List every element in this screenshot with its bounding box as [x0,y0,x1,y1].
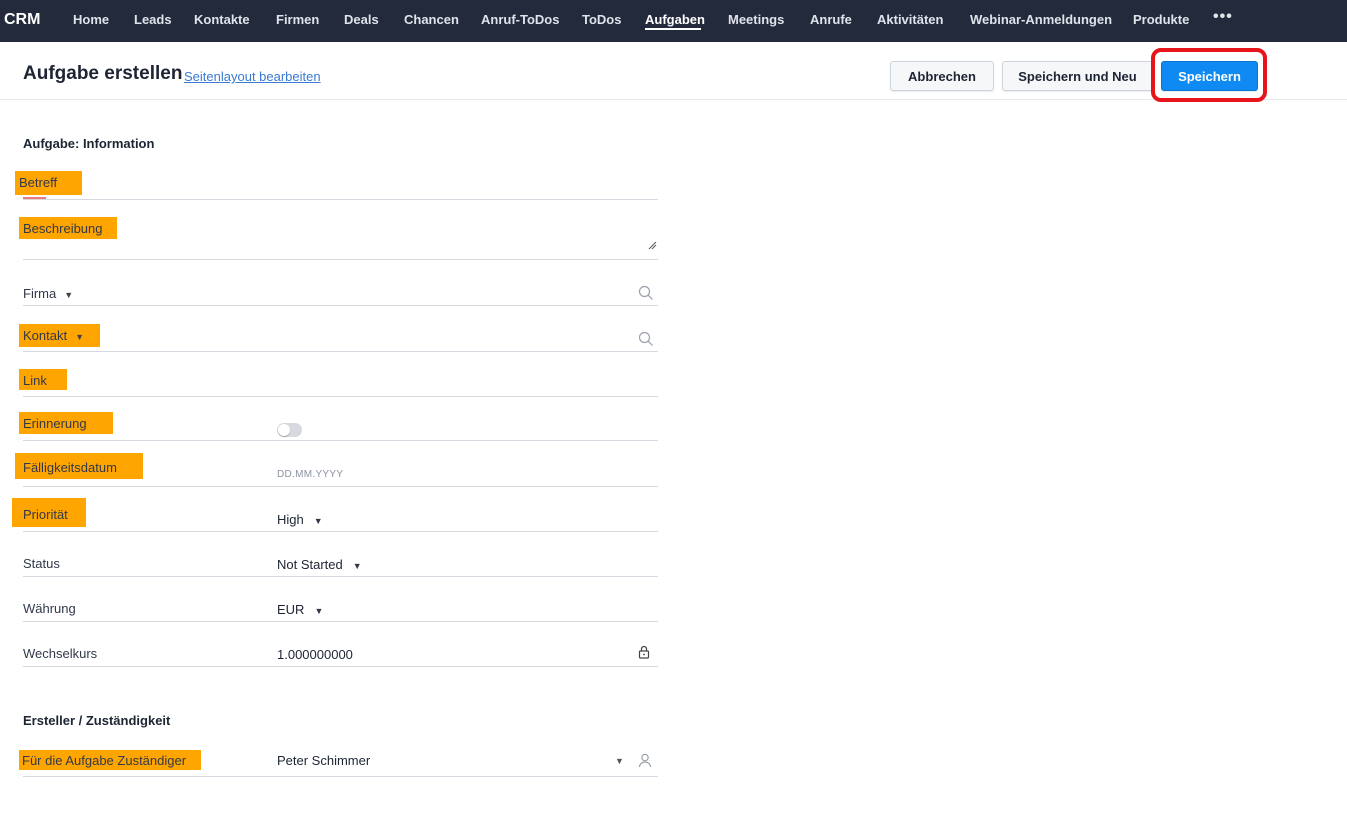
nav-item-todos[interactable]: ToDos [582,12,621,27]
exchange-rate-label: Wechselkurs [23,646,98,661]
company-label: Firma ▼ [19,282,77,307]
lock-icon [638,645,650,659]
owner-value[interactable]: Peter Schimmer [277,753,370,768]
nav-item-kontakte[interactable]: Kontakte [194,12,250,27]
nav-item-anrufe[interactable]: Anrufe [810,12,852,27]
edit-page-layout-link[interactable]: Seitenlayout bearbeiten [184,69,321,84]
nav-item-home[interactable]: Home [73,12,109,27]
contact-lookup-input[interactable] [23,351,658,352]
exchange-rate-value: 1.000000000 [277,647,353,662]
nav-item-chancen[interactable]: Chancen [404,12,459,27]
top-nav: CRM Home Leads Kontakte Firmen Deals Cha… [0,0,1347,42]
resize-handle-icon[interactable] [647,240,657,250]
page-title: Aufgabe erstellen [23,63,183,84]
description-label: Beschreibung [19,217,117,239]
user-icon[interactable] [637,752,653,768]
status-value: Not Started [277,557,343,572]
currency-label: Währung [23,601,76,616]
section-title-owner: Ersteller / Zuständigkeit [23,713,171,728]
nav-item-aktivitaeten[interactable]: Aktivitäten [877,12,943,27]
brand-logo[interactable]: CRM [4,11,40,29]
toggle-knob [278,424,290,436]
company-lookup-input[interactable] [23,305,658,306]
contact-label-text: Kontakt [23,328,68,343]
nav-item-aufgaben[interactable]: Aufgaben [645,12,705,27]
nav-item-firmen[interactable]: Firmen [276,12,319,27]
priority-label: Priorität [12,498,86,527]
status-select[interactable]: Not Started ▼ [277,557,362,572]
currency-divider [23,621,658,622]
nav-item-anruf-todos[interactable]: Anruf-ToDos [481,12,559,27]
priority-value: High [277,512,304,527]
search-icon[interactable] [638,285,654,301]
nav-item-deals[interactable]: Deals [344,12,379,27]
active-tab-indicator [645,28,701,30]
reminder-label: Erinnerung [19,412,113,434]
link-input[interactable] [23,396,658,397]
due-date-divider [23,486,658,487]
chevron-down-icon[interactable]: ▼ [314,516,323,526]
subject-label: Betreff [15,171,82,195]
reminder-row-divider [23,440,658,441]
chevron-down-icon[interactable]: ▼ [64,287,73,303]
nav-item-produkte[interactable]: Produkte [1133,12,1189,27]
currency-value: EUR [277,602,305,617]
section-title-information: Aufgabe: Information [23,136,155,151]
priority-select[interactable]: High ▼ [277,512,323,527]
status-label: Status [23,556,60,571]
page-header: Aufgabe erstellen Seitenlayout bearbeite… [0,42,1347,100]
subject-input[interactable] [23,199,658,200]
company-label-text: Firma [23,286,57,301]
owner-label: Für die Aufgabe Zuständiger [19,750,201,770]
priority-divider [23,531,658,532]
due-date-input[interactable]: DD.MM.YYYY [277,469,343,480]
owner-divider [23,776,658,777]
chevron-down-icon[interactable]: ▼ [75,329,84,345]
search-icon[interactable] [638,331,654,347]
nav-item-webinar-anmeldungen[interactable]: Webinar-Anmeldungen [970,12,1112,27]
description-textarea[interactable] [23,259,658,260]
nav-item-leads[interactable]: Leads [134,12,172,27]
chevron-down-icon[interactable]: ▼ [314,606,323,616]
save-and-new-button[interactable]: Speichern und Neu [1002,61,1153,91]
link-label: Link [19,369,67,390]
currency-select[interactable]: EUR ▼ [277,602,323,617]
due-date-label: Fälligkeitsdatum [15,453,143,479]
chevron-down-icon[interactable]: ▼ [353,561,362,571]
nav-item-meetings[interactable]: Meetings [728,12,784,27]
cancel-button[interactable]: Abbrechen [890,61,994,91]
chevron-down-icon[interactable]: ▼ [615,756,624,766]
more-menu-icon[interactable]: ••• [1213,8,1233,26]
exchange-rate-divider [23,666,658,667]
save-button[interactable]: Speichern [1161,61,1258,91]
status-divider [23,576,658,577]
reminder-toggle[interactable] [277,423,302,437]
contact-label: Kontakt ▼ [19,324,100,347]
